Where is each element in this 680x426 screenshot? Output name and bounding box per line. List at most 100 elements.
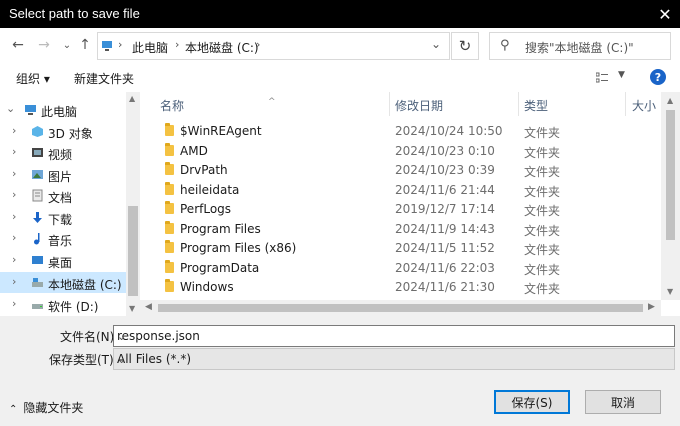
refresh-icon: ↻	[458, 37, 472, 55]
chevron-up-icon: ⌃	[9, 404, 18, 415]
file-row[interactable]: Program Files 2024/11/9 14:43 文件夹	[140, 219, 660, 239]
file-row[interactable]: ProgramData 2024/11/6 22:03 文件夹	[140, 258, 660, 278]
column-header-name[interactable]: 名称	[160, 97, 184, 114]
save-button[interactable]: 保存(S)	[494, 390, 570, 414]
recent-locations-button[interactable]: ⌄	[60, 34, 74, 56]
help-icon: ?	[654, 70, 662, 84]
file-row[interactable]: $WinREAgent 2024/10/24 10:50 文件夹	[140, 121, 660, 141]
file-list-vertical-scroll-thumb[interactable]	[666, 110, 675, 240]
file-modified: 2024/11/9 14:43	[395, 221, 495, 236]
up-button[interactable]: ↑	[76, 34, 94, 56]
breadcrumb-this-pc[interactable]: 此电脑	[132, 39, 168, 56]
chevron-right-icon: ›	[12, 275, 17, 288]
chevron-right-icon: ›	[12, 145, 17, 158]
nav-item-label: 3D 对象	[48, 127, 93, 141]
nav-item-downloads[interactable]: › 下载	[0, 207, 126, 228]
nav-item-drive-d[interactable]: › 软件 (D:)	[0, 294, 126, 315]
scroll-up-icon[interactable]: ▲	[129, 94, 135, 103]
file-list-horizontal-scroll-thumb[interactable]	[158, 304, 643, 312]
view-details-icon	[596, 72, 608, 83]
nav-scrollbar[interactable]: ▲ ▼	[126, 92, 140, 316]
file-row[interactable]: Program Files (x86) 2024/11/5 11:52 文件夹	[140, 238, 660, 258]
column-divider[interactable]	[625, 92, 626, 116]
file-name: AMD	[180, 143, 208, 158]
folder-icon	[165, 220, 174, 234]
chevron-down-icon[interactable]: ⌄	[117, 330, 670, 343]
filetype-select[interactable]: All Files (*.*) ⌄	[113, 348, 675, 370]
file-type: 文件夹	[524, 282, 561, 296]
nav-item-pictures[interactable]: › 图片	[0, 164, 126, 185]
filename-label: 文件名(N):	[60, 330, 119, 344]
nav-item-music[interactable]: › 音乐	[0, 228, 126, 249]
back-button[interactable]: ←	[8, 34, 28, 56]
file-list-vertical-scrollbar[interactable]: ▲ ▼	[661, 92, 680, 300]
scroll-down-icon[interactable]: ▼	[129, 304, 135, 313]
column-header-size[interactable]: 大小	[632, 97, 656, 114]
close-button[interactable]: ✕	[650, 0, 680, 28]
video-icon	[32, 148, 43, 157]
nav-item-local-disk-c[interactable]: › 本地磁盘 (C:)	[0, 272, 126, 293]
forward-button[interactable]: →	[34, 34, 54, 56]
file-row[interactable]: Windows 2024/11/6 21:30 文件夹	[140, 277, 660, 297]
nav-item-3d-objects[interactable]: › 3D 对象	[0, 121, 126, 142]
file-row[interactable]: heileidata 2024/11/6 21:44 文件夹	[140, 180, 660, 200]
nav-item-label: 图片	[48, 170, 73, 184]
scroll-up-icon[interactable]: ▲	[667, 96, 673, 105]
folder-icon	[165, 181, 174, 195]
folder-icon	[165, 259, 174, 273]
new-folder-button[interactable]: 新建文件夹	[74, 70, 134, 87]
nav-item-label: 此电脑	[41, 105, 78, 119]
scroll-left-icon[interactable]: ◀	[145, 302, 152, 312]
file-name: $WinREAgent	[180, 124, 262, 138]
chevron-down-icon: ⌄	[6, 102, 16, 115]
file-row[interactable]: PerfLogs 2019/12/7 17:14 文件夹	[140, 199, 660, 219]
file-list-horizontal-scrollbar[interactable]: ◀ ▶	[140, 300, 661, 316]
nav-scroll-thumb[interactable]	[128, 206, 138, 296]
file-type: 文件夹	[524, 165, 561, 179]
scroll-right-icon[interactable]: ▶	[648, 302, 655, 312]
nav-item-this-pc[interactable]: ⌄ 此电脑	[0, 99, 126, 120]
file-name: PerfLogs	[180, 202, 232, 216]
file-type: 文件夹	[524, 184, 561, 199]
address-dropdown-icon[interactable]: ⌄	[431, 37, 441, 51]
cancel-button[interactable]: 取消	[585, 390, 661, 414]
computer-icon	[25, 105, 36, 115]
nav-item-label: 视频	[48, 148, 73, 162]
column-divider[interactable]	[389, 92, 390, 116]
hide-folders-toggle[interactable]: ⌃ 隐藏文件夹	[9, 399, 83, 416]
help-button[interactable]: ?	[650, 69, 666, 85]
breadcrumb-local-disk[interactable]: 本地磁盘 (C:)	[185, 39, 259, 56]
scroll-down-icon[interactable]: ▼	[667, 287, 673, 296]
file-name: ProgramData	[180, 260, 260, 275]
column-header-type[interactable]: 类型	[524, 97, 548, 114]
file-modified: 2024/11/5 11:52	[395, 241, 495, 255]
nav-item-documents[interactable]: › 文档	[0, 185, 126, 206]
address-bar[interactable]: › 此电脑 › 本地磁盘 (C:) › ⌄	[97, 32, 450, 60]
filename-input[interactable]: response.json ⌄	[113, 325, 675, 347]
filetype-label: 保存类型(T):	[49, 353, 118, 367]
nav-item-label: 下载	[48, 213, 73, 227]
file-name: heileidata	[180, 182, 240, 197]
file-modified: 2024/11/6 22:03	[395, 260, 495, 275]
file-row[interactable]: DrvPath 2024/10/23 0:39 文件夹	[140, 160, 660, 180]
save-form: 文件名(N): response.json ⌄ 保存类型(T): All Fil…	[0, 316, 680, 426]
chevron-right-icon: ›	[12, 124, 17, 137]
hide-folders-label: 隐藏文件夹	[23, 401, 84, 415]
column-divider[interactable]	[518, 92, 519, 116]
view-options-button[interactable]: ▼	[596, 68, 626, 88]
download-icon	[33, 212, 42, 223]
nav-item-videos[interactable]: › 视频	[0, 142, 126, 163]
drive-icon	[32, 278, 43, 287]
chevron-right-icon: ›	[12, 231, 17, 244]
column-header-modified[interactable]: 修改日期	[395, 97, 443, 114]
window-title: Select path to save file	[9, 6, 140, 21]
search-input[interactable]: ⚲ 搜索"本地磁盘 (C:)"	[489, 32, 671, 60]
file-row[interactable]: AMD 2024/10/23 0:10 文件夹	[140, 141, 660, 161]
refresh-button[interactable]: ↻	[451, 32, 479, 60]
nav-item-desktop[interactable]: › 桌面	[0, 250, 126, 271]
nav-item-label: 音乐	[48, 234, 73, 248]
computer-icon	[102, 41, 112, 51]
file-modified: 2024/10/24 10:50	[395, 124, 503, 138]
organize-button[interactable]: 组织 ▾	[16, 70, 50, 87]
nav-item-label: 软件 (D:)	[48, 300, 99, 314]
